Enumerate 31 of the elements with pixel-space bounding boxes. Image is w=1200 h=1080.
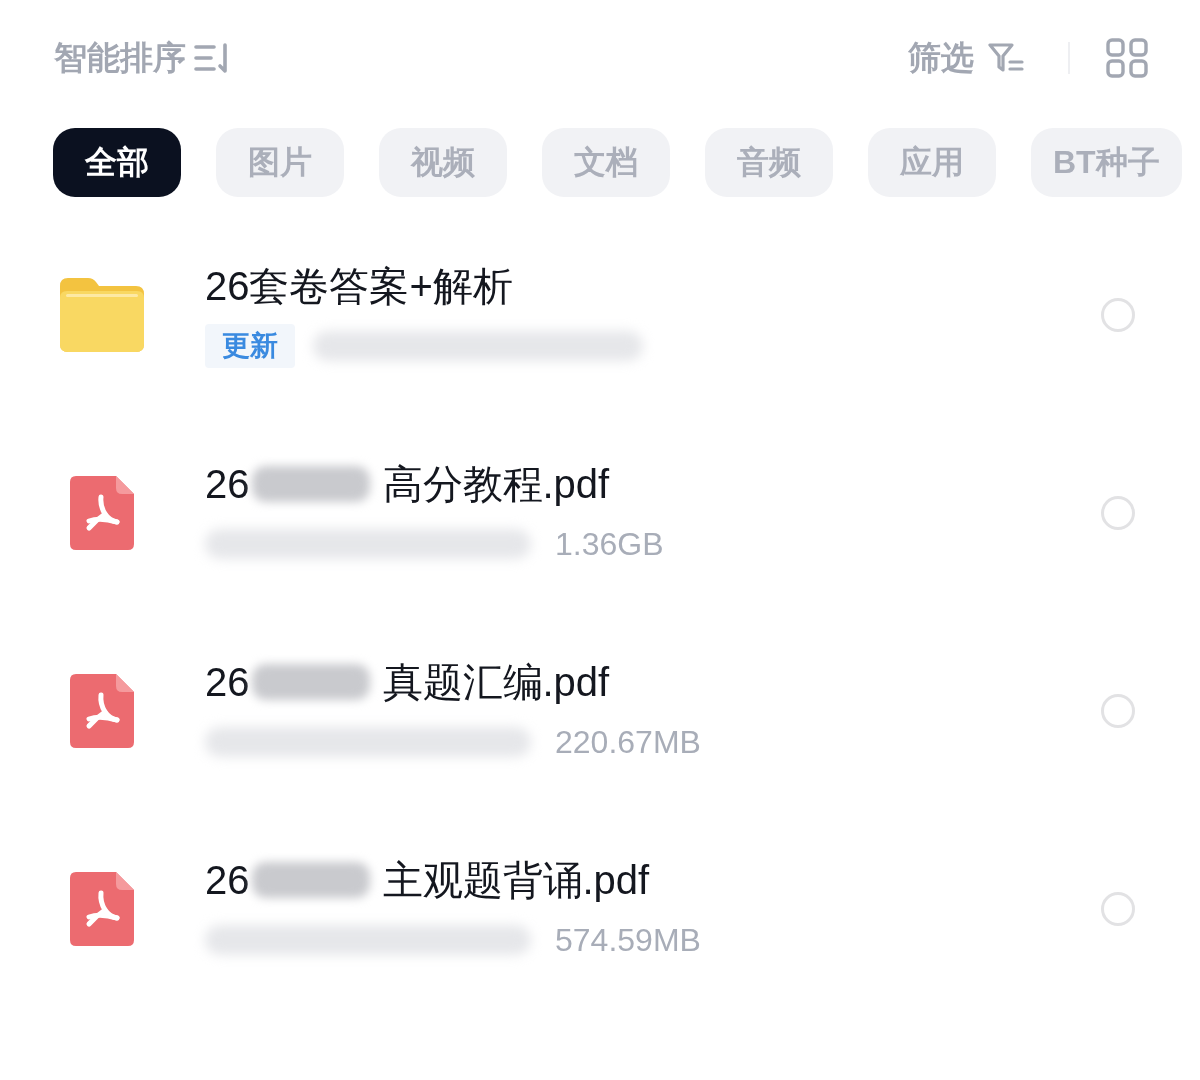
category-tab[interactable]: 音频 xyxy=(705,128,833,197)
file-name: 主观题背诵.pdf xyxy=(382,857,650,904)
file-name: 高分教程.pdf xyxy=(382,461,610,508)
grid-view-icon xyxy=(1106,38,1148,78)
folder-icon xyxy=(60,278,144,352)
sort-button[interactable]: 智能排序 xyxy=(54,35,232,81)
select-radio[interactable] xyxy=(1101,298,1135,332)
pdf-file-icon xyxy=(70,674,134,748)
file-size: 574.59MB xyxy=(555,921,701,959)
select-radio[interactable] xyxy=(1101,694,1135,728)
grid-view-button[interactable] xyxy=(1106,38,1148,78)
category-tab[interactable]: 图片 xyxy=(216,128,344,197)
file-size: 1.36GB xyxy=(555,525,664,563)
category-tab[interactable]: BT种子 xyxy=(1031,128,1182,197)
select-radio[interactable] xyxy=(1101,496,1135,530)
select-radio[interactable] xyxy=(1101,892,1135,926)
file-name: 26 xyxy=(205,461,250,508)
file-name: 真题汇编.pdf xyxy=(382,659,610,706)
pdf-file-icon xyxy=(70,476,134,550)
file-name: 26 xyxy=(205,659,250,706)
file-name: 26 xyxy=(205,857,250,904)
pdf-file-icon xyxy=(70,872,134,946)
category-tab[interactable]: 全部 xyxy=(53,128,181,197)
file-name: 26套卷答案+解析 xyxy=(205,263,513,310)
category-tab[interactable]: 视频 xyxy=(379,128,507,197)
filter-button[interactable]: 筛选 xyxy=(908,35,1024,81)
file-size: 220.67MB xyxy=(555,723,701,761)
category-tab[interactable]: 应用 xyxy=(868,128,996,197)
update-badge: 更新 xyxy=(205,324,295,368)
filter-icon xyxy=(988,42,1024,74)
category-tab[interactable]: 文档 xyxy=(542,128,670,197)
